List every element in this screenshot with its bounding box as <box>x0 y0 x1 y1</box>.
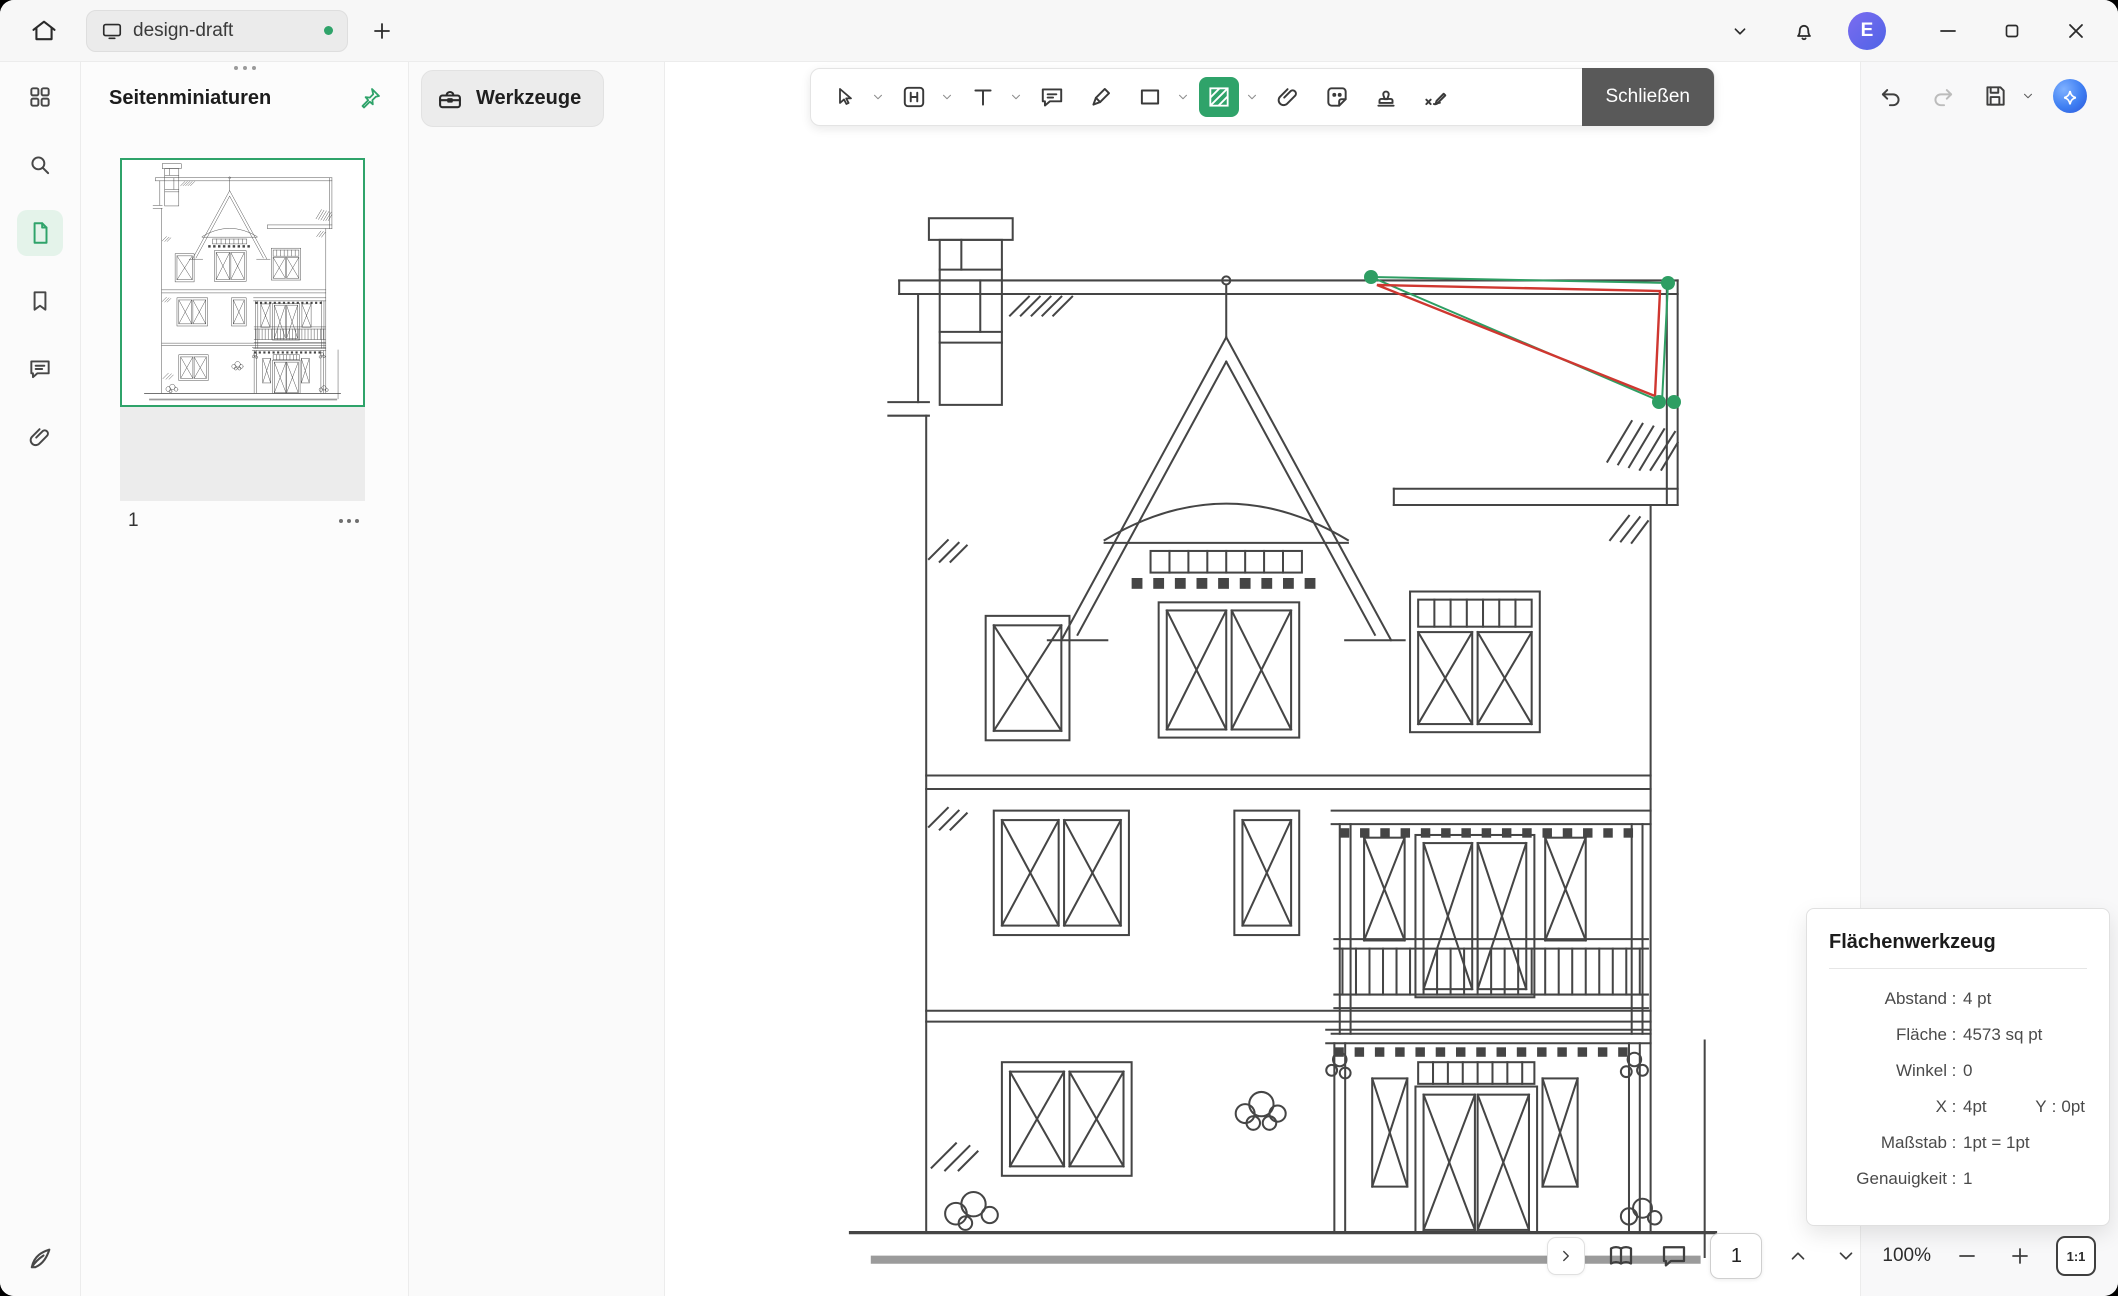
sidebar-item-attachments[interactable] <box>17 414 63 460</box>
sidebar-item-annotations[interactable] <box>17 346 63 392</box>
annotation-toolbar: Schließen <box>810 68 1715 126</box>
app-window: design-draft E <box>0 0 2118 1296</box>
thumbnail-drawing <box>122 160 363 405</box>
area-tool[interactable] <box>1199 77 1239 117</box>
area-tool-panel: Flächenwerkzeug Abstand : 4 pt Fläche : … <box>1806 908 2110 1226</box>
close-window-button[interactable] <box>2056 11 2096 51</box>
bookmark-icon <box>27 288 53 314</box>
tools-panel: Werkzeuge <box>409 62 665 1296</box>
previous-page-button[interactable] <box>1781 1239 1815 1273</box>
paperclip-icon <box>27 424 53 450</box>
sidebar-item-bookmarks[interactable] <box>17 278 63 324</box>
maximize-button[interactable] <box>1992 11 2032 51</box>
search-icon <box>27 152 53 178</box>
next-page-button[interactable] <box>1829 1239 1863 1273</box>
document-tab[interactable]: design-draft <box>86 10 348 52</box>
left-sidebar <box>0 62 81 1296</box>
pen-tool[interactable] <box>1081 77 1121 117</box>
undo-button[interactable] <box>1873 78 1909 114</box>
stamp-tool[interactable] <box>1366 77 1406 117</box>
measurement-row: Fläche : 4573 sq pt <box>1829 1017 2087 1053</box>
thumbnails-panel: Seitenminiaturen 1 <box>81 62 409 1296</box>
pin-icon[interactable] <box>358 86 382 110</box>
avatar[interactable]: E <box>1848 12 1886 50</box>
sidebar-item-thumbnails[interactable] <box>17 210 63 256</box>
toolbox-icon <box>436 85 464 113</box>
thumbnail-page-number: 1 <box>120 510 139 532</box>
new-tab-button[interactable] <box>362 11 402 51</box>
save-button[interactable] <box>1977 78 2013 114</box>
actual-size-button[interactable]: 1:1 <box>2056 1236 2096 1276</box>
home-button[interactable] <box>24 11 64 51</box>
toolbar-close-button[interactable]: Schließen <box>1582 68 1715 126</box>
unsaved-dot <box>324 26 333 35</box>
expand-menu-button[interactable] <box>1720 11 1760 51</box>
area-panel-title: Flächenwerkzeug <box>1829 931 2087 969</box>
sidebar-item-search[interactable] <box>17 142 63 188</box>
maximize-icon <box>2001 20 2023 42</box>
highlight-tool-chevron-icon[interactable] <box>939 77 954 117</box>
plus-icon <box>370 19 394 43</box>
comments-toggle-button[interactable] <box>1657 1239 1691 1273</box>
page-number-input[interactable] <box>1710 1233 1762 1279</box>
minimize-button[interactable] <box>1928 11 1968 51</box>
measurement-row: Genauigkeit : 1 <box>1829 1161 2087 1197</box>
attachment-tool[interactable] <box>1268 77 1308 117</box>
page-thumbnail[interactable] <box>120 158 365 407</box>
thumbnail-more-icon[interactable] <box>339 519 359 523</box>
zoom-level[interactable]: 100% <box>1882 1245 1931 1267</box>
zoom-in-button[interactable] <box>2003 1239 2037 1273</box>
page-thumbnail-cell[interactable] <box>120 158 365 501</box>
measurement-row: Abstand : 4 pt <box>1829 981 2087 1017</box>
pen-logo-icon <box>26 1245 54 1273</box>
highlight-tool[interactable] <box>894 77 934 117</box>
bell-icon <box>1792 19 1816 43</box>
minimize-icon <box>1936 19 1960 43</box>
measurement-row-xy: X : 4pt Y : 0pt <box>1829 1089 2087 1125</box>
tools-button[interactable]: Werkzeuge <box>421 70 604 127</box>
reading-mode-button[interactable] <box>1604 1239 1638 1273</box>
close-icon <box>2064 19 2088 43</box>
select-tool[interactable] <box>825 77 865 117</box>
text-tool-chevron-icon[interactable] <box>1008 77 1023 117</box>
sticker-tool[interactable] <box>1317 77 1357 117</box>
area-tool-chevron-icon[interactable] <box>1244 77 1259 117</box>
tab-document-icon <box>101 20 123 42</box>
notifications-button[interactable] <box>1784 11 1824 51</box>
ai-assistant-button[interactable] <box>2053 79 2087 113</box>
apps-grid-icon <box>27 84 53 110</box>
comment-icon <box>27 356 53 382</box>
zoom-out-button[interactable] <box>1950 1239 1984 1273</box>
redo-button[interactable] <box>1925 78 1961 114</box>
expand-bar-button[interactable] <box>1547 1237 1585 1275</box>
measurement-row: Maßstab : 1pt = 1pt <box>1829 1125 2087 1161</box>
text-tool[interactable] <box>963 77 1003 117</box>
pen-logo-button[interactable] <box>17 1236 63 1282</box>
thumbnails-title: Seitenminiaturen <box>109 87 271 110</box>
home-icon <box>30 17 58 45</box>
document-canvas[interactable]: Schließen <box>665 62 1860 1296</box>
page-thumbnails-icon <box>27 220 53 246</box>
sidebar-item-apps[interactable] <box>17 74 63 120</box>
panel-drag-handle[interactable] <box>234 66 256 70</box>
note-tool[interactable] <box>1032 77 1072 117</box>
area-measurement-annotation[interactable] <box>1325 250 1695 425</box>
select-tool-chevron-icon[interactable] <box>870 77 885 117</box>
titlebar: design-draft E <box>0 0 2118 62</box>
save-options-chevron-icon[interactable] <box>2019 89 2037 103</box>
measurement-row: Winkel : 0 <box>1829 1053 2087 1089</box>
tab-label: design-draft <box>133 20 233 42</box>
chevron-down-icon <box>1729 20 1751 42</box>
signature-tool[interactable] <box>1415 77 1455 117</box>
bottom-bar: 100% 1:1 <box>1547 1228 2096 1284</box>
shape-tool-chevron-icon[interactable] <box>1175 77 1190 117</box>
tools-button-label: Werkzeuge <box>476 87 581 110</box>
shape-tool[interactable] <box>1130 77 1170 117</box>
